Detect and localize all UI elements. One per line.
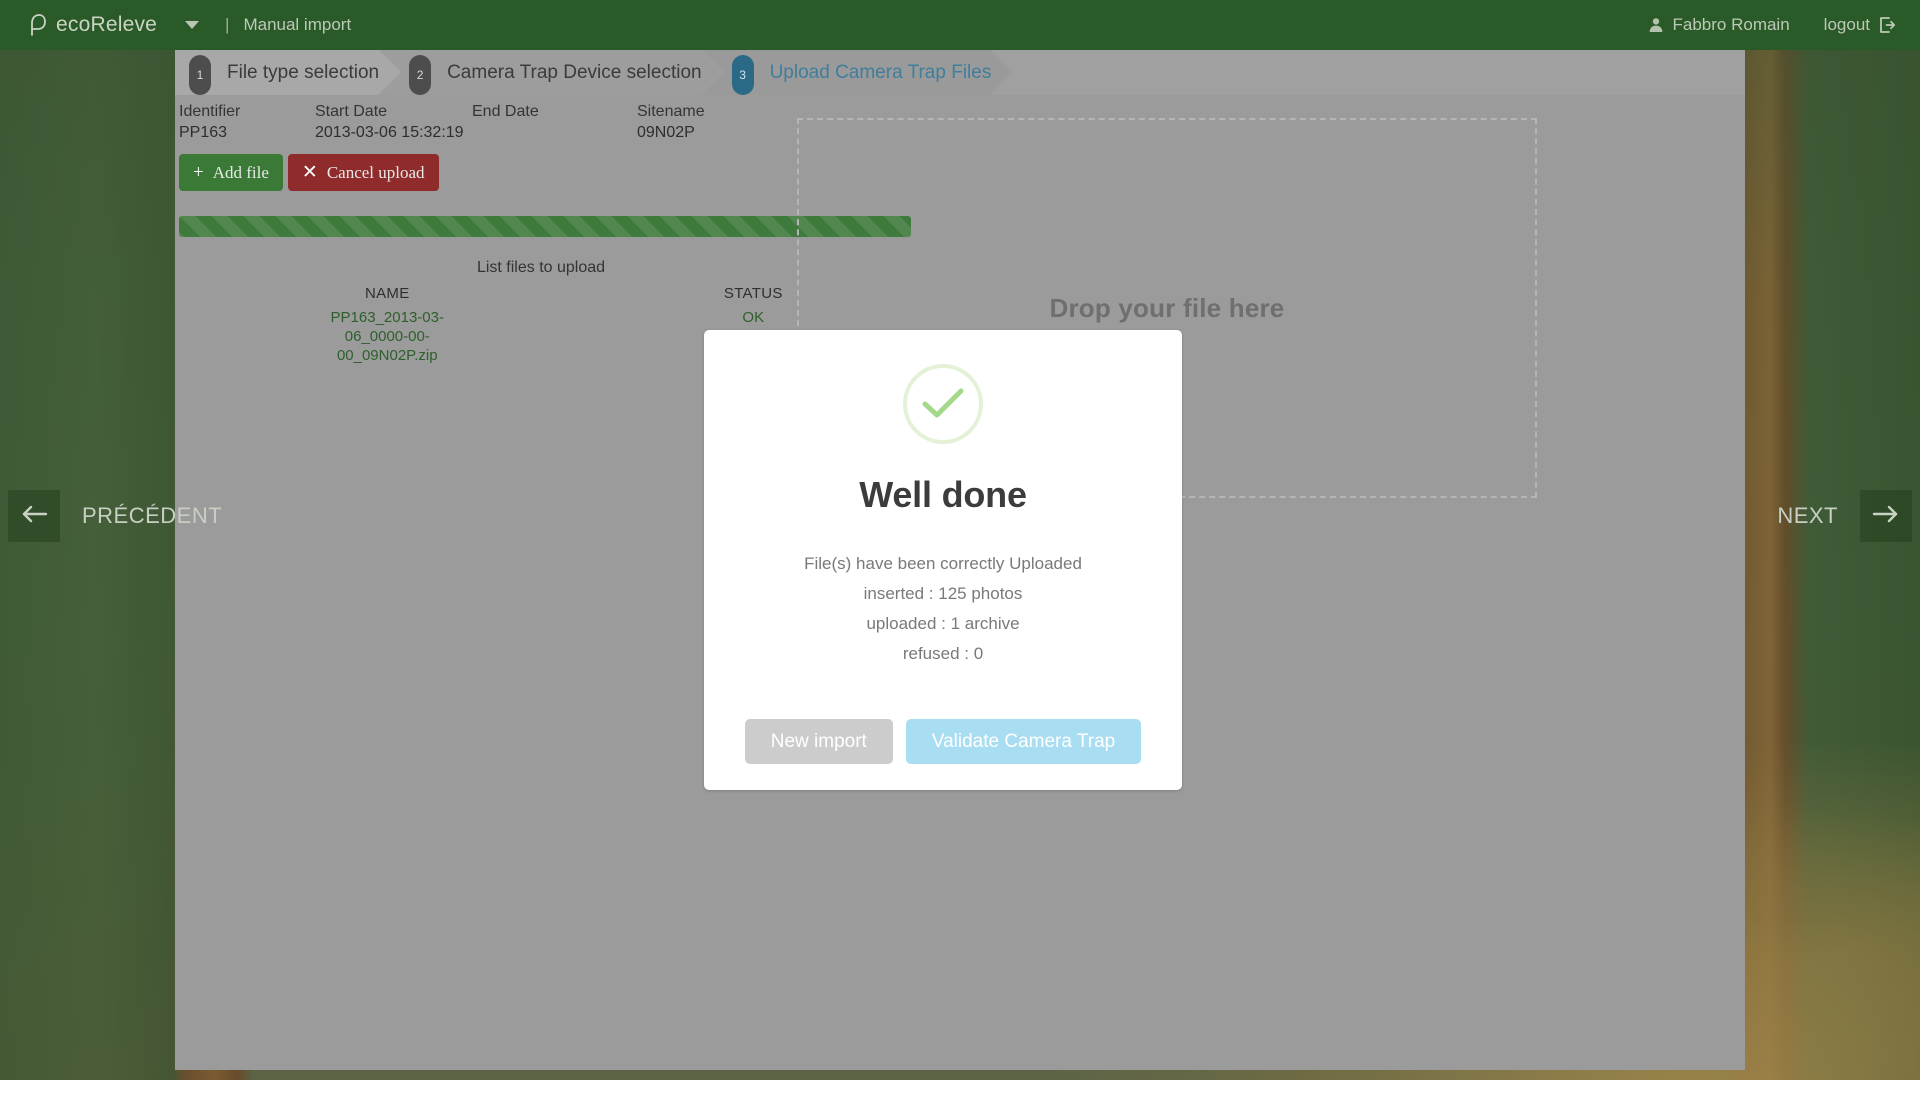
validate-camera-trap-button[interactable]: Validate Camera Trap — [906, 719, 1141, 764]
modal-overlay: Well done File(s) have been correctly Up… — [0, 0, 1920, 1080]
dialog-message-line: inserted : 125 photos — [728, 579, 1158, 609]
dialog-message-line: refused : 0 — [728, 639, 1158, 669]
check-circle-icon — [903, 364, 983, 444]
dialog-actions: New import Validate Camera Trap — [728, 719, 1158, 764]
dialog-message: File(s) have been correctly Uploaded ins… — [728, 549, 1158, 669]
dialog-title: Well done — [728, 474, 1158, 516]
dialog-message-line: uploaded : 1 archive — [728, 609, 1158, 639]
success-dialog: Well done File(s) have been correctly Up… — [704, 330, 1182, 790]
new-import-button[interactable]: New import — [745, 719, 893, 764]
dialog-message-line: File(s) have been correctly Uploaded — [728, 549, 1158, 579]
